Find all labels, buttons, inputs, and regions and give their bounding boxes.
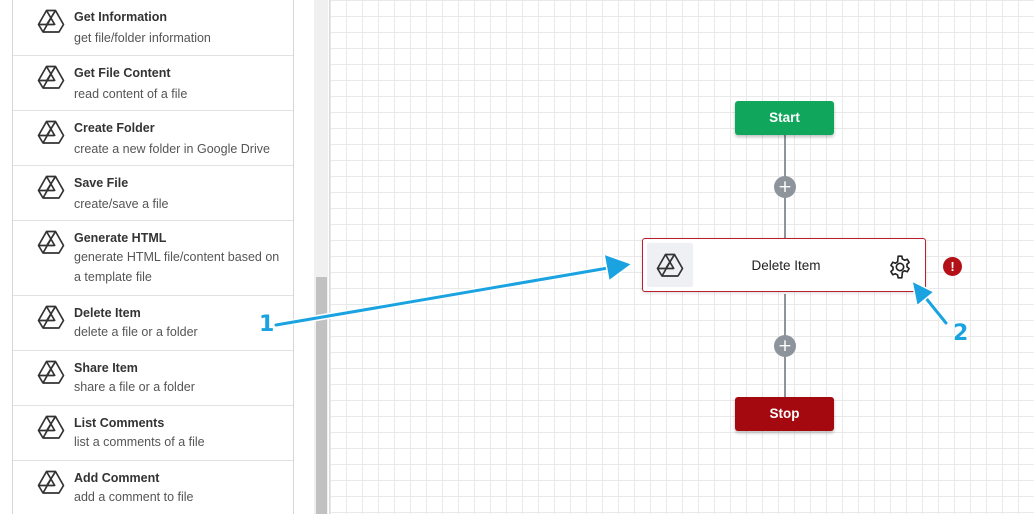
stop-node[interactable]: Stop [735,397,834,431]
action-description: generate HTML file/content based on a te… [74,250,280,284]
action-title: Save File [74,176,129,190]
google-drive-icon [37,120,65,144]
google-drive-icon [37,65,65,89]
action-title: Get Information [74,10,168,24]
action-title: Create Folder [74,121,155,135]
google-drive-icon [37,305,65,329]
node-label: Delete Item [751,258,821,273]
action-description: get file/folder information [74,31,211,45]
action-item-create-folder[interactable]: Create Folder create a new folder in Goo… [13,111,293,166]
action-description: read content of a file [74,87,188,101]
panel-scrollbar-thumb[interactable] [316,277,327,514]
actions-panel: Get Information get file/folder informat… [0,0,312,514]
action-title: Share Item [74,361,138,375]
action-item-get-information[interactable]: Get Information get file/folder informat… [13,0,293,56]
google-drive-icon [37,230,65,254]
google-drive-icon [37,175,65,199]
action-item-add-comment[interactable]: Add Comment add a comment to file [13,461,293,514]
action-item-generate-html[interactable]: Generate HTML generate HTML file/content… [13,221,293,296]
action-description: delete a file or a folder [74,325,198,339]
google-drive-icon [37,9,65,33]
gear-icon[interactable] [887,254,913,280]
action-item-get-file-content[interactable]: Get File Content read content of a file [13,56,293,111]
action-title: Delete Item [74,306,141,320]
action-item-save-file[interactable]: Save File create/save a file [13,166,293,221]
action-description: list a comments of a file [74,435,205,449]
action-description: add a comment to file [74,490,194,504]
action-title: Add Comment [74,471,160,485]
action-description: create a new folder in Google Drive [74,142,270,156]
google-drive-icon [37,415,65,439]
node-icon-box [647,243,693,287]
action-item-delete-item[interactable]: Delete Item delete a file or a folder [13,296,293,351]
google-drive-icon [37,360,65,384]
action-item-list-comments[interactable]: List Comments list a comments of a file [13,406,293,461]
action-title: Get File Content [74,66,171,80]
action-list: Get Information get file/folder informat… [12,0,294,514]
add-step-plus-icon[interactable]: + [774,176,796,198]
callout-number-1: 1 [259,312,275,337]
start-node[interactable]: Start [735,101,834,135]
error-icon[interactable]: ! [943,257,962,276]
action-description: share a file or a folder [74,380,195,394]
delete-item-node[interactable]: Delete Item [642,238,926,292]
action-item-share-item[interactable]: Share Item share a file or a folder [13,351,293,406]
google-drive-icon [37,470,65,494]
action-title: Generate HTML [74,231,167,245]
callout-number-2: 2 [953,321,969,346]
add-step-plus-icon[interactable]: + [774,335,796,357]
action-description: create/save a file [74,197,169,211]
google-drive-icon [656,253,684,277]
action-title: List Comments [74,416,165,430]
